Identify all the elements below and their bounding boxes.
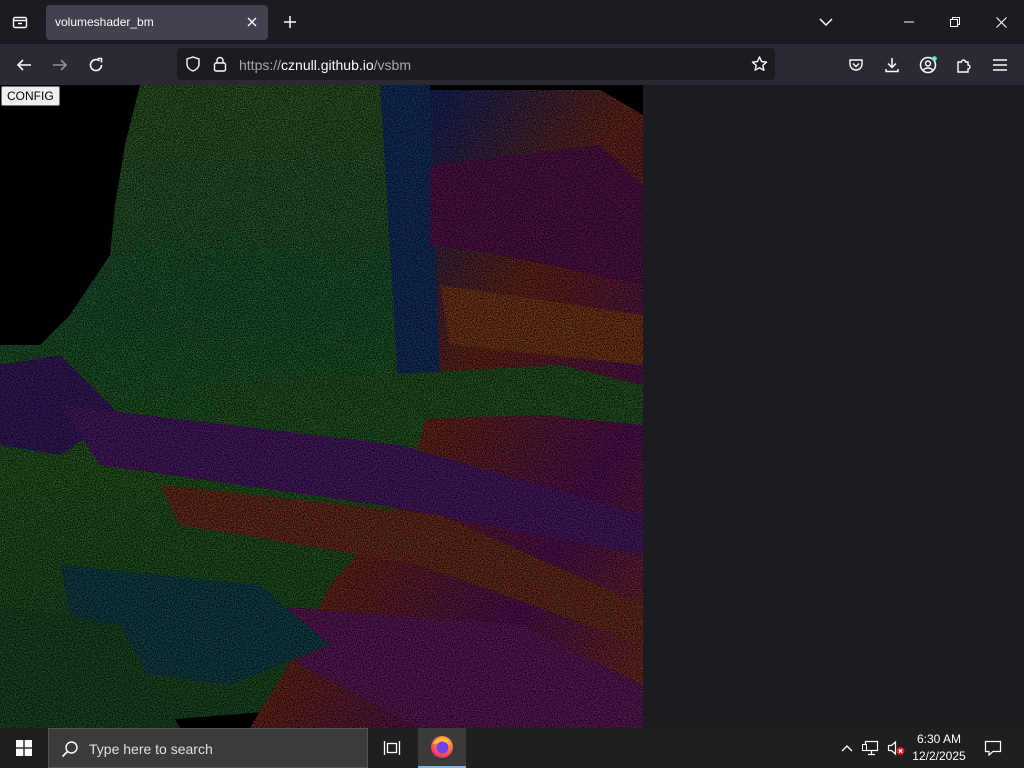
- reload-icon[interactable]: [83, 52, 109, 78]
- hamburger-menu-icon[interactable]: [987, 52, 1013, 78]
- url-bar[interactable]: https://cznull.github.io/vsbm: [177, 48, 775, 80]
- taskbar-search-box[interactable]: Type here to search: [48, 728, 368, 768]
- url-scheme: https://: [239, 57, 282, 73]
- url-text[interactable]: https://cznull.github.io/vsbm: [239, 57, 411, 73]
- close-icon[interactable]: [244, 14, 260, 30]
- tab-volumeshader[interactable]: volumeshader_bm: [46, 5, 268, 40]
- chevron-down-icon[interactable]: [814, 11, 838, 33]
- url-path: /vsbm: [373, 57, 411, 73]
- page-content: CONFIG: [0, 85, 1024, 728]
- pocket-icon[interactable]: [843, 52, 869, 78]
- forward-arrow-icon[interactable]: [47, 52, 73, 78]
- clock-time: 6:30 AM: [916, 732, 962, 746]
- config-button[interactable]: CONFIG: [1, 86, 60, 106]
- fractal-render: [0, 85, 643, 728]
- lock-icon[interactable]: [213, 56, 227, 77]
- plus-icon[interactable]: [279, 11, 301, 33]
- bookmark-star-icon[interactable]: [751, 56, 768, 77]
- firefox-taskbar-icon[interactable]: [418, 728, 466, 768]
- download-icon[interactable]: [879, 52, 905, 78]
- account-icon[interactable]: [915, 52, 941, 78]
- url-host: cznull.github.io: [281, 57, 374, 73]
- search-icon: [61, 740, 79, 763]
- windows-start-icon[interactable]: [0, 728, 48, 768]
- search-placeholder: Type here to search: [89, 741, 213, 757]
- clock-date: 12/2/2025: [912, 749, 966, 763]
- volume-shader-canvas[interactable]: [0, 85, 643, 728]
- tab-strip: volumeshader_bm: [0, 0, 1024, 44]
- task-view-icon[interactable]: [372, 728, 412, 768]
- window-close-icon[interactable]: [978, 0, 1024, 44]
- system-clock[interactable]: 6:30 AM 12/2/2025: [904, 731, 974, 765]
- extensions-icon[interactable]: [951, 52, 977, 78]
- volume-muted-icon[interactable]: [886, 738, 906, 758]
- windows-taskbar: Type here to search 6:30 AM 12/2/2025: [0, 728, 1024, 768]
- navigation-toolbar: https://cznull.github.io/vsbm: [0, 44, 1024, 85]
- restore-icon[interactable]: [932, 0, 978, 44]
- chevron-up-icon[interactable]: [837, 738, 857, 758]
- tab-list-icon[interactable]: [8, 10, 32, 34]
- tracking-shield-icon[interactable]: [185, 56, 201, 77]
- notification-center-icon[interactable]: [978, 728, 1008, 768]
- back-arrow-icon[interactable]: [11, 52, 37, 78]
- tab-title: volumeshader_bm: [55, 15, 154, 29]
- network-icon[interactable]: [861, 738, 881, 758]
- minimize-icon[interactable]: [886, 0, 932, 44]
